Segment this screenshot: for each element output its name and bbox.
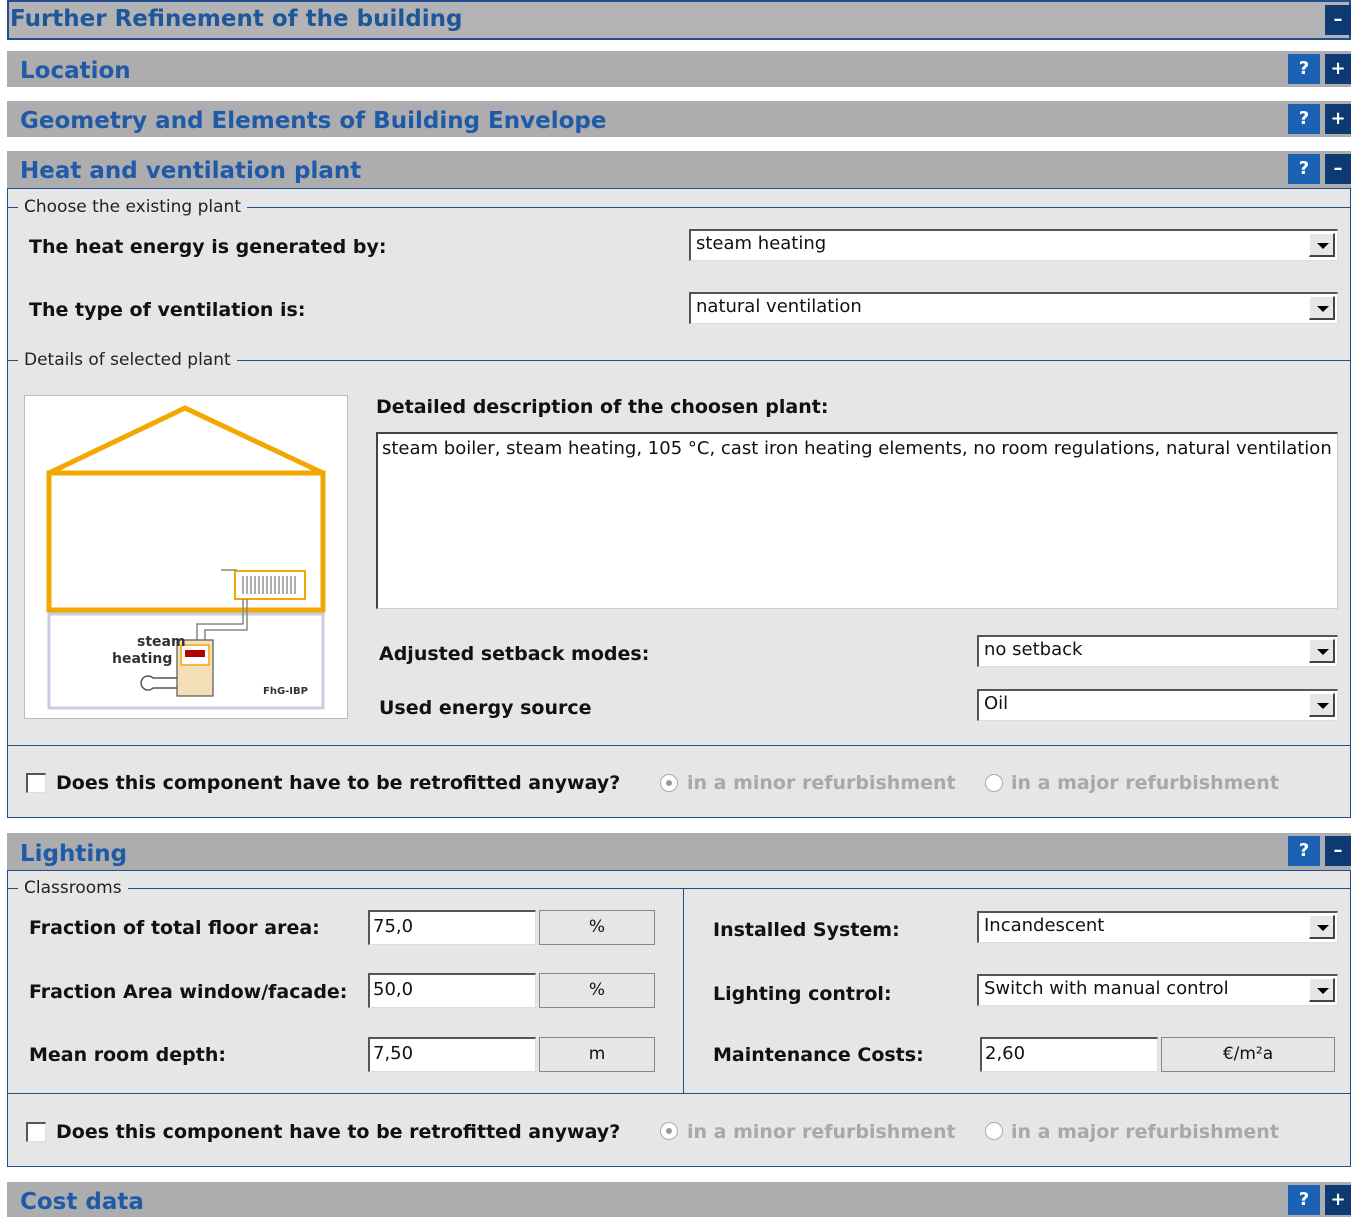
lighting-minor-radio[interactable] bbox=[660, 1122, 678, 1140]
energy-source-label: Used energy source bbox=[379, 697, 592, 719]
group-label-details: Details of selected plant bbox=[18, 350, 237, 370]
chevron-down-icon[interactable] bbox=[1309, 639, 1335, 663]
illustration-credit: FhG-IBP bbox=[263, 686, 308, 697]
setback-label: Adjusted setback modes: bbox=[379, 643, 650, 665]
house-heating-icon: steam FhG-IBP bbox=[46, 405, 326, 710]
divider bbox=[8, 888, 1351, 889]
section-title-lighting: Lighting bbox=[20, 841, 128, 867]
divider bbox=[8, 745, 1351, 746]
fraction-floor-unit: % bbox=[539, 910, 655, 945]
collapse-button-lighting[interactable]: – bbox=[1325, 836, 1351, 866]
help-button-heat[interactable]: ? bbox=[1288, 154, 1320, 184]
installed-system-label: Installed System: bbox=[713, 919, 900, 941]
help-button-lighting[interactable]: ? bbox=[1288, 836, 1320, 866]
title-collapse-button[interactable]: – bbox=[1325, 5, 1351, 35]
divider bbox=[683, 888, 684, 1093]
maintenance-costs-unit: €/m²a bbox=[1161, 1037, 1335, 1072]
room-depth-unit: m bbox=[539, 1037, 655, 1072]
section-header-cost[interactable] bbox=[7, 1182, 1351, 1217]
ventilation-select[interactable]: natural ventilation bbox=[689, 292, 1338, 324]
setback-value: no setback bbox=[984, 639, 1083, 660]
lighting-retrofit-checkbox[interactable] bbox=[26, 1122, 46, 1142]
heat-major-label: in a major refurbishment bbox=[1011, 772, 1279, 794]
heat-generator-value: steam heating bbox=[696, 233, 827, 254]
heat-retrofit-question: Does this component have to be retrofitt… bbox=[56, 772, 621, 794]
lighting-minor-label: in a minor refurbishment bbox=[687, 1121, 956, 1143]
lighting-retrofit-question: Does this component have to be retrofitt… bbox=[56, 1121, 621, 1143]
fraction-window-label: Fraction Area window/facade: bbox=[29, 981, 348, 1003]
lighting-major-radio[interactable] bbox=[985, 1122, 1003, 1140]
help-button-location[interactable]: ? bbox=[1288, 54, 1320, 84]
energy-source-select[interactable]: Oil bbox=[977, 689, 1338, 721]
expand-button-geometry[interactable]: + bbox=[1325, 104, 1351, 134]
section-header-lighting[interactable] bbox=[7, 833, 1351, 870]
chevron-down-icon[interactable] bbox=[1309, 693, 1335, 717]
collapse-button-heat[interactable]: – bbox=[1325, 154, 1351, 184]
plant-illustration: steam FhG-IBP bbox=[24, 395, 348, 719]
expand-button-location[interactable]: + bbox=[1325, 54, 1351, 84]
room-depth-input[interactable]: 7,50 bbox=[368, 1037, 536, 1072]
ventilation-label: The type of ventilation is: bbox=[29, 299, 306, 321]
help-button-cost[interactable]: ? bbox=[1288, 1185, 1320, 1215]
fraction-window-input[interactable]: 50,0 bbox=[368, 973, 536, 1008]
lighting-control-value: Switch with manual control bbox=[984, 978, 1229, 999]
section-header-location[interactable] bbox=[7, 51, 1351, 87]
description-textarea[interactable]: steam boiler, steam heating, 105 °C, cas… bbox=[376, 432, 1338, 609]
ventilation-value: natural ventilation bbox=[696, 296, 862, 317]
maintenance-costs-label: Maintenance Costs: bbox=[713, 1044, 924, 1066]
chevron-down-icon[interactable] bbox=[1309, 978, 1335, 1002]
section-title-geometry: Geometry and Elements of Building Envelo… bbox=[20, 108, 607, 134]
installed-system-value: Incandescent bbox=[984, 915, 1105, 936]
fraction-window-unit: % bbox=[539, 973, 655, 1008]
lighting-control-select[interactable]: Switch with manual control bbox=[977, 974, 1338, 1006]
chevron-down-icon[interactable] bbox=[1309, 915, 1335, 939]
section-title-location: Location bbox=[20, 58, 131, 84]
heat-generator-label: The heat energy is generated by: bbox=[29, 236, 387, 258]
heat-retrofit-checkbox[interactable] bbox=[26, 773, 46, 793]
room-depth-label: Mean room depth: bbox=[29, 1044, 226, 1066]
group-label-classrooms: Classrooms bbox=[18, 878, 128, 898]
lighting-control-label: Lighting control: bbox=[713, 983, 892, 1005]
maintenance-costs-input[interactable]: 2,60 bbox=[980, 1037, 1158, 1072]
heat-minor-radio[interactable] bbox=[660, 774, 678, 792]
lighting-major-label: in a major refurbishment bbox=[1011, 1121, 1279, 1143]
expand-button-cost[interactable]: + bbox=[1325, 1185, 1351, 1215]
group-label-existing-plant: Choose the existing plant bbox=[18, 197, 247, 217]
chevron-down-icon[interactable] bbox=[1309, 233, 1335, 257]
fraction-floor-input[interactable]: 75,0 bbox=[368, 910, 536, 945]
setback-select[interactable]: no setback bbox=[977, 635, 1338, 667]
chevron-down-icon[interactable] bbox=[1309, 296, 1335, 320]
section-title-cost: Cost data bbox=[20, 1189, 144, 1215]
energy-source-value: Oil bbox=[984, 693, 1009, 714]
illustration-caption: steam bbox=[137, 634, 186, 650]
help-button-geometry[interactable]: ? bbox=[1288, 104, 1320, 134]
heat-major-radio[interactable] bbox=[985, 774, 1003, 792]
installed-system-select[interactable]: Incandescent bbox=[977, 911, 1338, 943]
fraction-floor-label: Fraction of total floor area: bbox=[29, 917, 320, 939]
section-title-heat: Heat and ventilation plant bbox=[20, 158, 362, 184]
heat-generator-select[interactable]: steam heating bbox=[689, 229, 1338, 261]
illustration-caption-line2: heating bbox=[112, 651, 173, 667]
description-label: Detailed description of the choosen plan… bbox=[376, 396, 829, 418]
page-title: Further Refinement of the building bbox=[10, 6, 463, 32]
divider bbox=[8, 1093, 1351, 1094]
heat-minor-label: in a minor refurbishment bbox=[687, 772, 956, 794]
